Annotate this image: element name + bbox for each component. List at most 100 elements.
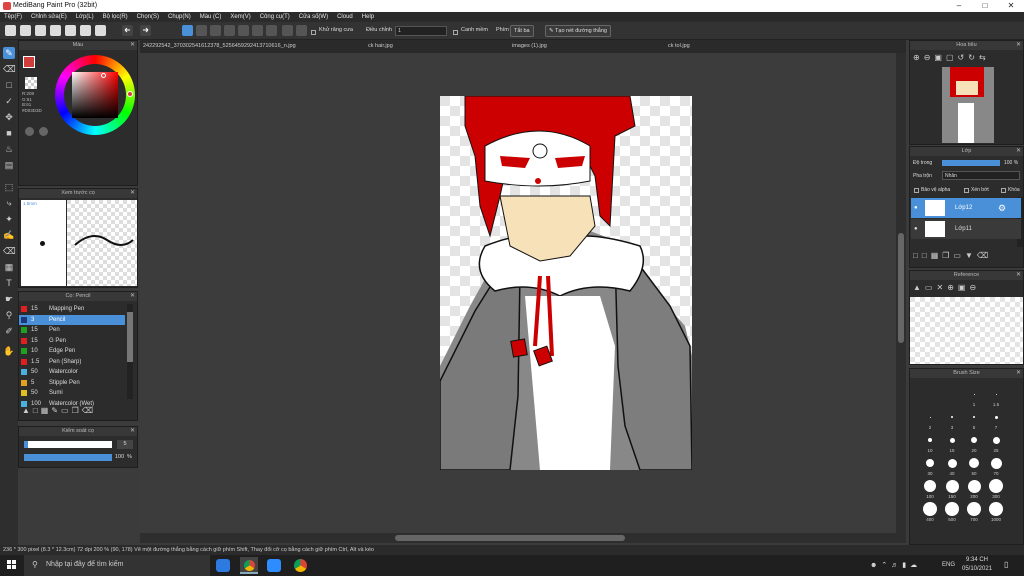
brush-size-dot[interactable] bbox=[992, 436, 1000, 444]
copy-icon[interactable]: ❐ bbox=[72, 406, 82, 415]
snap-off-icon[interactable] bbox=[182, 25, 193, 36]
brush-size-dot[interactable] bbox=[973, 416, 975, 418]
new-file-icon[interactable] bbox=[20, 25, 31, 36]
layer-opacity-slider[interactable] bbox=[942, 160, 1000, 166]
color-settings-icon[interactable] bbox=[39, 127, 48, 136]
brush-opacity-slider[interactable] bbox=[24, 454, 112, 461]
menu-snap[interactable]: Chụp(N) bbox=[164, 12, 196, 20]
brush-size-dot[interactable] bbox=[994, 415, 998, 419]
add-brush-icon[interactable]: ▦ bbox=[41, 406, 52, 415]
brush-list-item[interactable]: 15 Mapping Pen bbox=[19, 304, 125, 314]
gear-icon[interactable]: ⚙ bbox=[998, 198, 1006, 218]
battery-icon[interactable]: ▮ bbox=[902, 562, 910, 569]
upload-icon[interactable]: ▲ bbox=[22, 406, 33, 415]
lasso-tool-icon[interactable]: ⤷ bbox=[3, 197, 15, 209]
layer-type-icon[interactable]: ▦ bbox=[931, 251, 943, 260]
brush-size-dot[interactable] bbox=[923, 502, 937, 516]
brush-list-item[interactable]: 50 Watercolor bbox=[19, 367, 125, 377]
canvas-area[interactable] bbox=[140, 53, 906, 533]
brush-size-dot[interactable] bbox=[969, 458, 979, 468]
menu-select[interactable]: Chọn(S) bbox=[133, 12, 164, 20]
antialias-checkbox[interactable] bbox=[311, 30, 316, 35]
brush-tool-icon[interactable]: ✎ bbox=[3, 47, 15, 59]
clipping-checkbox[interactable] bbox=[964, 188, 969, 193]
layer-row-active[interactable]: ● Lớp12 ⚙ bbox=[911, 198, 1021, 218]
chevron-up-icon[interactable]: ⌃ bbox=[881, 562, 891, 569]
snap-grid-icon[interactable] bbox=[210, 25, 221, 36]
hue-cursor[interactable] bbox=[127, 91, 133, 97]
language-indicator[interactable]: ENG bbox=[942, 562, 955, 568]
tab-document-2[interactable]: ck hair.jpg bbox=[368, 43, 393, 49]
layer-folder-icon[interactable]: ▭ bbox=[953, 251, 965, 260]
brush-size-dot[interactable] bbox=[945, 502, 959, 516]
brush-size-dot[interactable] bbox=[971, 437, 977, 443]
brush-list-item[interactable]: 15 Pen bbox=[19, 325, 125, 335]
merge-layer-icon[interactable]: ▼ bbox=[965, 251, 977, 260]
blend-mode-select[interactable]: Nhân bbox=[942, 171, 1020, 180]
gradient-tool-icon[interactable]: ▤ bbox=[3, 159, 15, 171]
snap-settings-icon[interactable] bbox=[282, 25, 293, 36]
fit-icon[interactable]: ▣ bbox=[958, 283, 970, 292]
zalo-app-icon[interactable] bbox=[216, 559, 230, 572]
brush-size-dot[interactable] bbox=[967, 479, 981, 493]
brush-size-dot[interactable] bbox=[949, 437, 955, 443]
straight-line-button[interactable]: ✎ Tạo nét đường thẳng bbox=[545, 25, 611, 37]
brush-size-slider[interactable] bbox=[24, 441, 112, 448]
brush-list-scrollbar[interactable] bbox=[127, 304, 133, 399]
check-tool-icon[interactable]: ✓ bbox=[3, 95, 15, 107]
menu-cloud[interactable]: Cloud bbox=[333, 12, 358, 20]
canvas-vertical-scrollbar[interactable] bbox=[896, 53, 906, 533]
folder-icon[interactable]: ▭ bbox=[61, 406, 72, 415]
grid-icon[interactable] bbox=[65, 25, 76, 36]
brush-size-dot[interactable] bbox=[951, 416, 953, 418]
tab-document-3[interactable]: images (1).jpg bbox=[512, 43, 547, 49]
snap-cross-icon[interactable] bbox=[238, 25, 249, 36]
divide-tool-icon[interactable]: ▦ bbox=[3, 261, 15, 273]
close-icon[interactable]: ✕ bbox=[1016, 41, 1021, 50]
eyedropper2-tool-icon[interactable]: ✐ bbox=[3, 325, 15, 337]
transparent-swatch[interactable] bbox=[25, 77, 37, 89]
bucket-tool-icon[interactable]: ♨ bbox=[3, 143, 15, 155]
operation-tool-icon[interactable]: ☛ bbox=[3, 293, 15, 305]
close-icon[interactable]: ✕ bbox=[1016, 271, 1021, 280]
taskbar-search-box[interactable]: ⚲ Nhập tại đây để tìm kiếm bbox=[24, 555, 210, 576]
layer-row[interactable]: ● Lớp11 bbox=[911, 219, 1021, 239]
hue-wheel[interactable] bbox=[55, 55, 135, 135]
brush-size-dot[interactable] bbox=[926, 459, 934, 467]
drawing-canvas[interactable] bbox=[440, 96, 692, 470]
brush-size-dot[interactable] bbox=[990, 457, 1002, 469]
zoom-in-icon[interactable]: ⊕ bbox=[947, 283, 958, 292]
protect-alpha-checkbox[interactable] bbox=[914, 188, 919, 193]
panel-icon[interactable] bbox=[80, 25, 91, 36]
close-button[interactable]: ✕ bbox=[998, 0, 1024, 12]
delete-layer-icon[interactable]: ⌫ bbox=[977, 251, 992, 260]
menu-help[interactable]: Help bbox=[358, 12, 379, 20]
snap-parallel-icon[interactable] bbox=[196, 25, 207, 36]
open-image-icon[interactable]: ▭ bbox=[925, 283, 937, 292]
brush-size-value[interactable]: 5 bbox=[117, 440, 133, 449]
cloud-icon[interactable] bbox=[5, 25, 16, 36]
menu-view[interactable]: Xem(V) bbox=[226, 12, 255, 20]
brush-size-dot[interactable] bbox=[947, 458, 957, 468]
close-icon[interactable]: ✕ bbox=[130, 427, 135, 436]
open-file-icon[interactable] bbox=[35, 25, 46, 36]
rotate-left-icon[interactable]: ↺ bbox=[958, 53, 969, 62]
zoom-app-icon[interactable] bbox=[267, 559, 281, 572]
maximize-button[interactable]: □ bbox=[972, 0, 998, 12]
correction-select[interactable]: 1 bbox=[395, 26, 447, 36]
snap-vanish-icon[interactable] bbox=[224, 25, 235, 36]
soft-snap-checkbox[interactable] bbox=[453, 30, 458, 35]
brush-size-dot[interactable] bbox=[995, 393, 997, 395]
brush-list-item[interactable]: 3 Pencil bbox=[19, 314, 125, 325]
close-icon[interactable]: ✕ bbox=[130, 189, 135, 198]
minimize-button[interactable]: – bbox=[946, 0, 972, 12]
dot-tool-icon[interactable]: □ bbox=[3, 79, 15, 91]
canvas-horizontal-scrollbar[interactable] bbox=[140, 533, 906, 543]
chrome2-app-icon[interactable] bbox=[294, 559, 307, 572]
brush-size-dot[interactable] bbox=[989, 479, 1003, 493]
menu-window[interactable]: Cửa số(W) bbox=[295, 12, 333, 20]
brush-size-dot[interactable] bbox=[989, 502, 1003, 516]
brush-list-item[interactable]: 15 G Pen bbox=[19, 336, 125, 346]
close-icon[interactable]: ✕ bbox=[1016, 147, 1021, 156]
new-layer-alt-icon[interactable]: □ bbox=[922, 251, 931, 260]
